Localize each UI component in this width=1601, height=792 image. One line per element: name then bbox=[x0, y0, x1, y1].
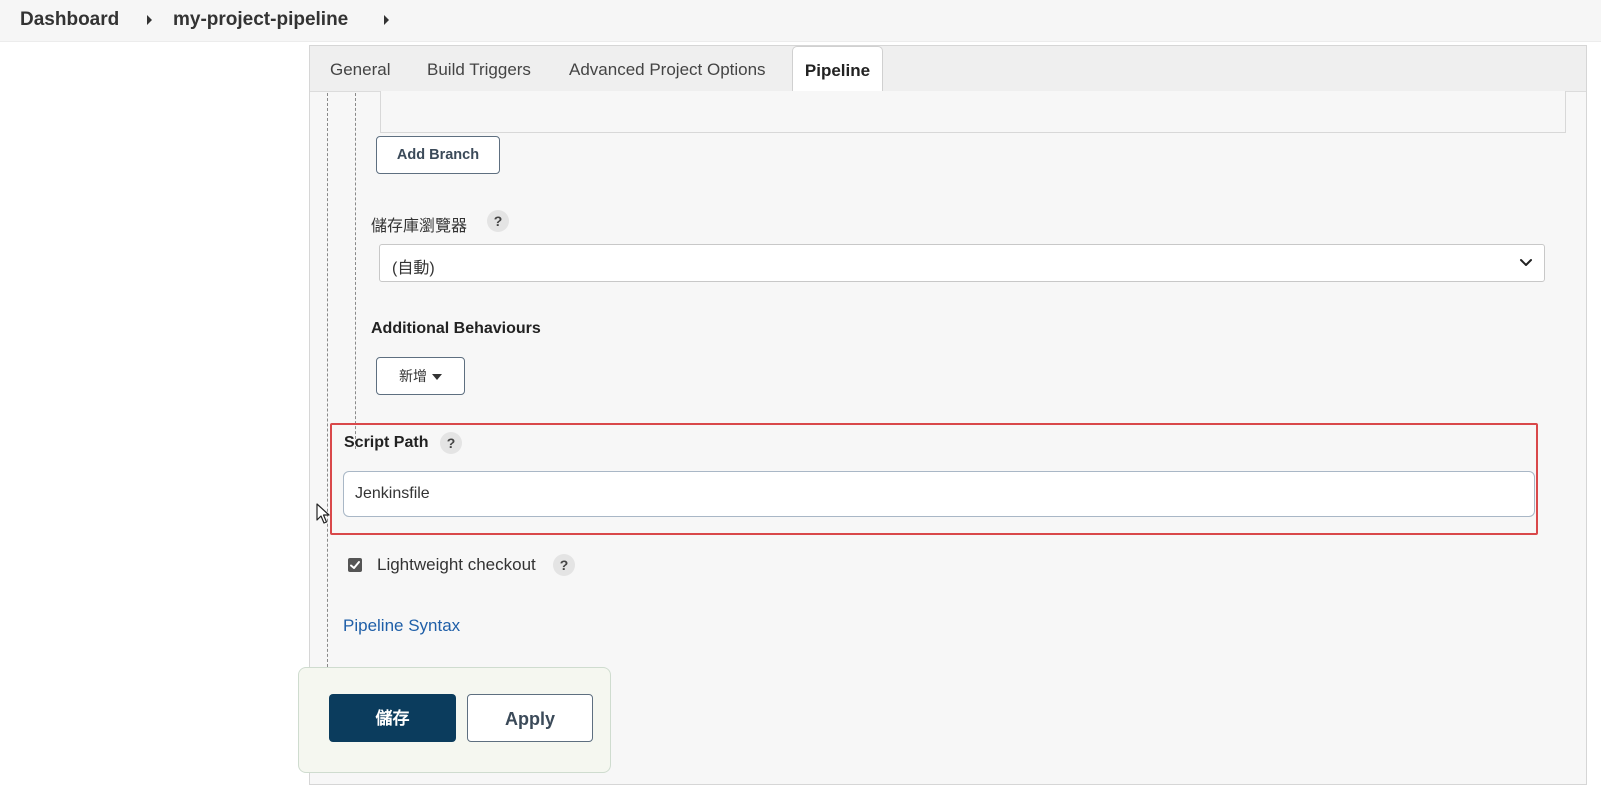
section-guide-line bbox=[327, 93, 328, 697]
additional-behaviours-label: Additional Behaviours bbox=[371, 320, 541, 337]
apply-button[interactable]: Apply bbox=[467, 694, 593, 742]
script-path-input[interactable] bbox=[343, 471, 1535, 517]
save-button[interactable]: 儲存 bbox=[329, 694, 456, 742]
config-tabbar: General Build Triggers Advanced Project … bbox=[310, 46, 1586, 93]
mouse-cursor-icon bbox=[316, 503, 330, 524]
breadcrumb-project[interactable]: my-project-pipeline bbox=[173, 9, 348, 31]
tab-build-triggers[interactable]: Build Triggers bbox=[427, 46, 531, 92]
nested-section-guide-line bbox=[355, 93, 356, 449]
help-icon[interactable]: ? bbox=[440, 432, 462, 454]
repository-browser-select[interactable]: (自動) bbox=[379, 244, 1545, 282]
breadcrumb-separator-icon[interactable] bbox=[147, 15, 152, 25]
check-icon bbox=[350, 561, 360, 569]
add-behaviour-dropdown[interactable]: 新增 bbox=[376, 357, 465, 395]
breadcrumb: Dashboard my-project-pipeline bbox=[0, 0, 1601, 42]
add-behaviour-label: 新增 bbox=[399, 368, 427, 384]
add-branch-button[interactable]: Add Branch bbox=[376, 136, 500, 174]
script-path-label: Script Path bbox=[344, 434, 429, 451]
tab-general[interactable]: General bbox=[330, 46, 390, 92]
tab-advanced-project-options[interactable]: Advanced Project Options bbox=[569, 46, 766, 92]
branch-specifier-box bbox=[380, 91, 1566, 133]
save-bar: 儲存 Apply bbox=[298, 667, 611, 773]
lightweight-checkout-checkbox[interactable] bbox=[348, 558, 362, 572]
caret-down-icon bbox=[432, 374, 442, 381]
pipeline-syntax-link[interactable]: Pipeline Syntax bbox=[343, 616, 460, 636]
breadcrumb-dashboard[interactable]: Dashboard bbox=[20, 9, 119, 31]
chevron-down-icon bbox=[1520, 259, 1532, 266]
repository-browser-value: (自動) bbox=[392, 260, 435, 277]
repository-browser-label: 儲存庫瀏覽器 bbox=[371, 218, 468, 235]
help-icon[interactable]: ? bbox=[487, 210, 509, 232]
help-icon[interactable]: ? bbox=[553, 554, 575, 576]
breadcrumb-separator-icon[interactable] bbox=[384, 15, 389, 25]
tab-pipeline[interactable]: Pipeline bbox=[792, 46, 883, 93]
lightweight-checkout-label: Lightweight checkout bbox=[377, 555, 536, 574]
